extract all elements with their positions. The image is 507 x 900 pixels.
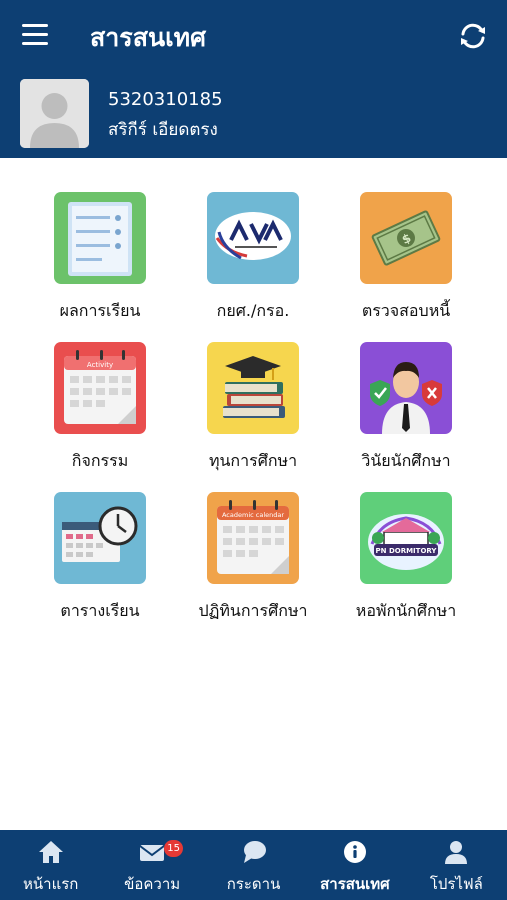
nav-label: โปรไฟล์	[429, 875, 483, 893]
menu-class-schedule[interactable]: ตารางเรียน	[20, 470, 180, 620]
menu-label: ตารางเรียน	[60, 601, 140, 620]
avatar	[20, 79, 89, 148]
svg-text:PN DORMITORY: PN DORMITORY	[376, 547, 438, 555]
user-silhouette-icon	[20, 79, 89, 148]
page-title: สารสนเทศ	[90, 23, 206, 52]
home-icon	[38, 841, 63, 863]
svg-text:Activity: Activity	[87, 361, 113, 369]
activity-calendar-icon: Activity	[54, 342, 146, 434]
menu-scholarship[interactable]: ทุนการศึกษา	[173, 320, 333, 470]
academic-calendar-icon: Academic calendar	[207, 492, 299, 584]
info-icon	[343, 841, 366, 863]
profile-icon	[445, 841, 468, 864]
refresh-icon[interactable]	[456, 19, 490, 53]
bottom-nav: หน้าแรก 15 ข้อความ กระดาน สารสนเทศ โปรไฟ…	[0, 830, 507, 900]
nav-label: กระดาน	[226, 875, 281, 893]
nav-messages[interactable]: 15 ข้อความ	[101, 830, 202, 900]
chat-bubble-icon	[243, 841, 266, 863]
student-id: 5320310185	[108, 89, 223, 110]
menu-student-loan[interactable]: กยศ./กรอ.	[173, 170, 333, 320]
money-check-icon: $	[360, 192, 452, 284]
grade-report-icon	[54, 192, 146, 284]
menu-activity[interactable]: Activity กิจกรรม	[20, 320, 180, 470]
menu-debt-check[interactable]: $ ตรวจสอบหนี้	[326, 170, 486, 320]
dormitory-icon: PN DORMITORY	[360, 492, 452, 584]
nav-board[interactable]: กระดาน	[203, 830, 304, 900]
nav-label: สารสนเทศ	[320, 875, 390, 893]
student-discipline-icon	[360, 342, 452, 434]
unread-badge: 15	[164, 840, 183, 857]
nav-information[interactable]: สารสนเทศ	[304, 830, 405, 900]
scholarship-books-icon	[207, 342, 299, 434]
mail-icon	[139, 845, 165, 861]
nav-home[interactable]: หน้าแรก	[0, 830, 101, 900]
student-loan-fund-icon	[207, 192, 299, 284]
menu-dormitory[interactable]: PN DORMITORY หอพักนักศึกษา	[326, 470, 486, 620]
app-header: สารสนเทศ 5320310185 สริกีร์ เอียดตรง	[0, 0, 507, 158]
menu-academic-calendar[interactable]: Academic calendar ปฏิทินการศึกษา	[173, 470, 333, 620]
svg-text:Academic calendar: Academic calendar	[222, 511, 284, 519]
menu-label: ปฏิทินการศึกษา	[198, 601, 308, 620]
menu-icon[interactable]	[22, 24, 48, 46]
menu-discipline[interactable]: วินัยนักศึกษา	[326, 320, 486, 470]
nav-label: หน้าแรก	[23, 875, 79, 893]
class-schedule-icon	[54, 492, 146, 584]
nav-profile[interactable]: โปรไฟล์	[406, 830, 507, 900]
nav-label: ข้อความ	[124, 875, 181, 893]
menu-label: หอพักนักศึกษา	[355, 601, 457, 620]
student-name: สริกีร์ เอียดตรง	[108, 120, 218, 140]
menu-grade-report[interactable]: ผลการเรียน	[20, 170, 180, 320]
